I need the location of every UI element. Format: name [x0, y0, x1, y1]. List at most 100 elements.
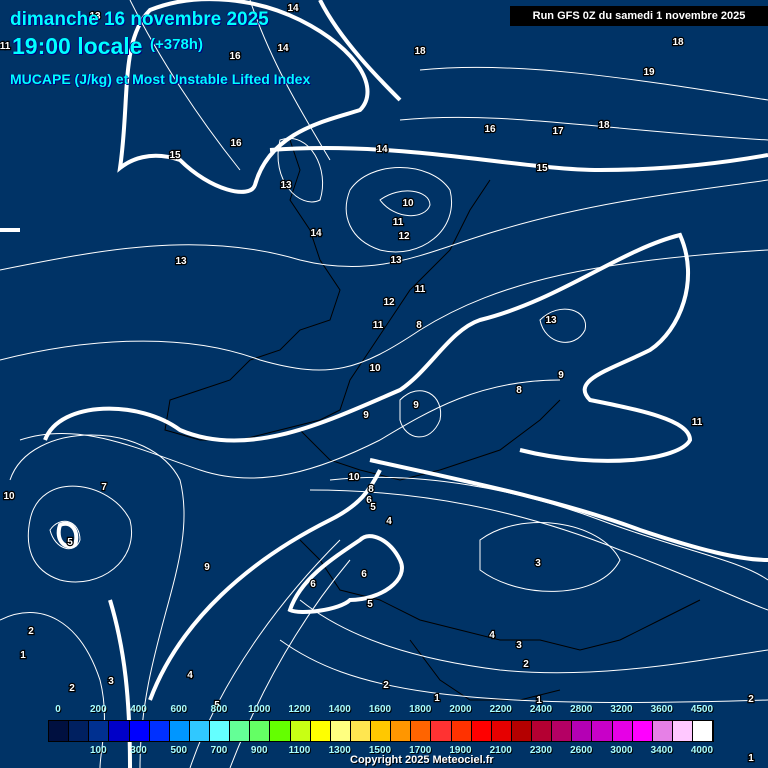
scale-swatch [672, 721, 693, 741]
contour-label: 9 [363, 410, 369, 421]
forecast-time: 19:00 locale [12, 33, 143, 59]
contour-label: 6 [361, 569, 367, 580]
contour-label: 5 [67, 537, 73, 548]
scale-swatch [270, 721, 291, 741]
scale-swatch [69, 721, 90, 741]
contour-label: 4 [187, 670, 193, 681]
scale-swatch [109, 721, 130, 741]
scale-label: 300 [130, 745, 147, 756]
scale-label: 0 [55, 704, 61, 715]
contour-label: 3 [535, 558, 541, 569]
scale-label: 400 [130, 704, 147, 715]
contour-label: 11 [0, 41, 11, 52]
contour-label: 8 [368, 484, 374, 495]
scale-label: 1300 [328, 745, 351, 756]
contour-label: 11 [393, 217, 404, 228]
scale-label: 1800 [409, 704, 432, 715]
color-scale [48, 720, 714, 742]
contour-label: 10 [3, 491, 15, 502]
contour-label: 13 [390, 255, 402, 266]
contour-label: 2 [28, 626, 34, 637]
scale-swatch [210, 721, 231, 741]
scale-swatch [471, 721, 492, 741]
scale-label: 1200 [288, 704, 311, 715]
contour-label: 9 [204, 562, 210, 573]
contour-label: 8 [516, 385, 522, 396]
scale-label: 3600 [650, 704, 673, 715]
scale-swatch [330, 721, 351, 741]
scale-swatch [290, 721, 311, 741]
contour-label: 5 [367, 599, 373, 610]
scale-label: 3400 [650, 745, 673, 756]
contour-label: 1 [748, 753, 754, 764]
scale-swatch [49, 721, 70, 741]
contour-label: 12 [383, 297, 395, 308]
scale-label: 1500 [368, 745, 392, 756]
contour-label: 14 [310, 228, 322, 239]
contour-label: 3 [516, 640, 522, 651]
scale-label: 600 [170, 704, 188, 715]
scale-label: 200 [89, 704, 107, 715]
scale-swatch [592, 721, 613, 741]
contour-label: 3 [108, 676, 114, 687]
scale-label: 1900 [449, 745, 472, 756]
contour-label: 16 [229, 51, 241, 62]
contour-label: 15 [536, 163, 548, 174]
scale-swatch [149, 721, 170, 741]
scale-swatch [310, 721, 331, 741]
scale-swatch [391, 721, 412, 741]
scale-swatch [89, 721, 110, 741]
contour-label: 16 [484, 124, 496, 135]
scale-swatch [632, 721, 653, 741]
scale-swatch [572, 721, 593, 741]
contour-label: 13 [280, 180, 292, 191]
scale-label: 4500 [690, 704, 714, 715]
contour-label: 19 [643, 67, 655, 78]
contour-label: 18 [672, 37, 684, 48]
scale-label: 4000 [690, 745, 714, 756]
scale-swatch [129, 721, 150, 741]
scale-label: 2200 [489, 704, 512, 715]
contour-labels: 14131614 18181916 171815151613141011121413… [0, 2, 755, 766]
contour-label: 13 [545, 315, 557, 326]
contour-label: 16 [230, 138, 242, 149]
contour-label: 14 [287, 3, 299, 14]
contour-label: 10 [369, 363, 381, 374]
scale-label: 700 [210, 745, 228, 756]
scale-swatch [612, 721, 633, 741]
contour-label: 15 [169, 150, 181, 161]
scale-swatch [552, 721, 573, 741]
scale-swatch [230, 721, 251, 741]
forecast-date: dimanche 16 novembre 2025 [10, 9, 269, 30]
lifted-index-map: 14131614 18181916 171815151613141011121413… [0, 0, 768, 768]
contour-label: 13 [175, 256, 187, 267]
scale-swatch [693, 721, 714, 741]
scale-label: 1400 [328, 704, 351, 715]
contour-label: 1 [20, 650, 26, 661]
scale-swatch [411, 721, 432, 741]
contour-label: 7 [101, 482, 107, 493]
contour-label: 10 [402, 198, 414, 209]
scale-swatch [371, 721, 392, 741]
contour-label: 4 [386, 516, 392, 527]
contour-label: 14 [376, 144, 388, 155]
scale-label: 500 [170, 745, 188, 756]
contour-label: 2 [523, 659, 529, 670]
scale-label: 1100 [288, 745, 311, 756]
scale-label: 900 [250, 745, 268, 756]
scale-label: 2300 [529, 745, 553, 756]
scale-label: 1700 [409, 745, 432, 756]
scale-label: 1000 [248, 704, 271, 715]
scale-swatch [451, 721, 472, 741]
contour-label: 9 [558, 370, 564, 381]
contour-label: 9 [413, 400, 419, 411]
scale-label: 2600 [570, 745, 593, 756]
contour-label: 10 [348, 472, 360, 483]
contour-label: 4 [489, 630, 495, 641]
contour-label: 1 [434, 693, 440, 704]
contour-label: 2 [748, 694, 754, 705]
scale-label: 2000 [449, 704, 472, 715]
scale-label: 2100 [489, 745, 512, 756]
coastlines [164, 139, 701, 701]
scale-swatch [431, 721, 452, 741]
